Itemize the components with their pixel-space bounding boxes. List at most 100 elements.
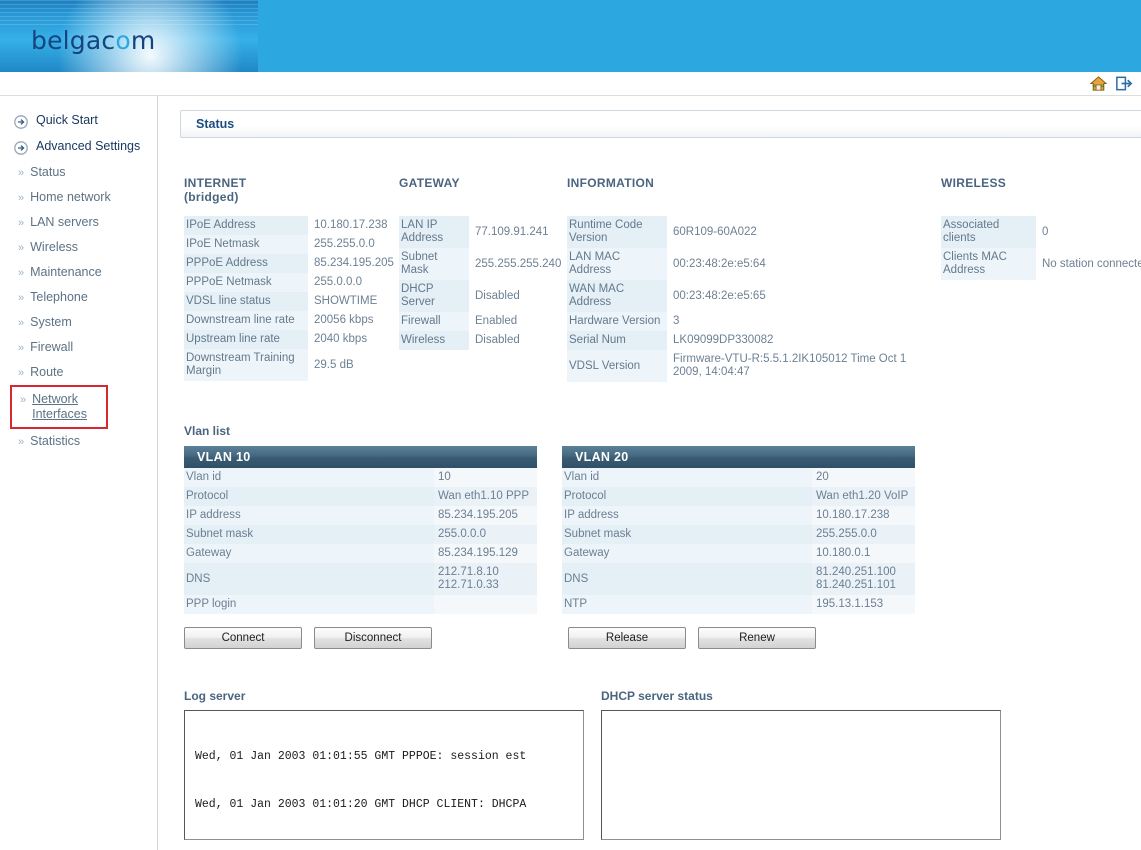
sidebar-item-advanced-settings[interactable]: Advanced Settings (0, 134, 157, 160)
row-key: WAN MAC Address (567, 280, 667, 312)
log-server-textarea[interactable]: Wed, 01 Jan 2003 01:01:55 GMT PPPOE: ses… (184, 710, 584, 840)
row-key: IP address (184, 506, 434, 525)
table-row: LAN IP Address 77.109.91.241 (399, 216, 567, 248)
sidebar-item-statistics[interactable]: » Statistics (0, 429, 157, 454)
table-row: IPoE Address 10.180.17.238 (184, 216, 399, 235)
belgacom-logo: belgacom (31, 26, 155, 55)
row-key: IP address (562, 506, 812, 525)
sidebar-item-system[interactable]: » System (0, 310, 157, 335)
table-row: NTP 195.13.1.153 (562, 595, 915, 614)
row-value-line1: 81.240.251.100 (816, 566, 896, 578)
sidebar-item-label: Firewall (30, 340, 74, 354)
section-heading-line2: (bridged) (184, 190, 239, 204)
status-column-information: INFORMATION Runtime Code Version 60R109-… (567, 176, 927, 382)
circle-arrow-right-icon (14, 115, 28, 129)
sidebar-item-status[interactable]: » Status (0, 160, 157, 185)
row-key: Subnet mask (562, 525, 812, 544)
row-value-line2: 212.71.0.33 (438, 579, 499, 591)
sidebar-item-home-network[interactable]: » Home network (0, 185, 157, 210)
row-key: DHCP Server (399, 280, 469, 312)
table-row: PPPoE Netmask 255.0.0.0 (184, 273, 399, 292)
gateway-status-table: LAN IP Address 77.109.91.241 Subnet Mask… (399, 216, 567, 350)
chevron-double-right-icon: » (18, 317, 25, 329)
table-row: Upstream line rate 2040 kbps (184, 330, 399, 349)
sidebar-item-label: Telephone (30, 290, 88, 304)
table-row: WAN MAC Address 00:23:48:2e:e5:65 (567, 280, 927, 312)
information-status-table: Runtime Code Version 60R109-60A022 LAN M… (567, 216, 927, 382)
status-summary-grid: INTERNET (bridged) IPoE Address 10.180.1… (180, 176, 1141, 382)
wireless-status-table: Associated clients 0 Clients MAC Address… (941, 216, 1141, 280)
section-heading-internet: INTERNET (bridged) (184, 176, 399, 206)
row-key: IPoE Netmask (184, 235, 308, 254)
table-row: Serial Num LK09099DP330082 (567, 331, 927, 350)
top-toolbar (0, 72, 1141, 96)
row-value: 255.255.255.240 (475, 257, 562, 270)
logo-text-prefix: belgac (31, 26, 116, 55)
row-key: Firewall (399, 312, 469, 331)
sidebar-item-firewall[interactable]: » Firewall (0, 335, 157, 360)
sidebar-item-label: Network Interfaces (32, 392, 88, 421)
dhcp-status-textarea[interactable] (601, 710, 1001, 840)
row-key: Subnet Mask (399, 248, 469, 280)
sidebar-item-network-interfaces[interactable]: » Network Interfaces (10, 385, 108, 429)
chevron-double-right-icon: » (18, 436, 25, 448)
chevron-double-right-icon: » (18, 342, 25, 354)
disconnect-button[interactable]: Disconnect (314, 627, 432, 649)
row-key: Wireless (399, 331, 469, 350)
row-key: PPPoE Address (184, 254, 308, 273)
table-row: PPP login (184, 595, 537, 614)
row-key: PPP login (184, 595, 434, 614)
row-key: PPPoE Netmask (184, 273, 308, 292)
vlan-10-table: Vlan id 10 Protocol Wan eth1.10 PPP IP a… (184, 468, 537, 614)
sidebar-item-quick-start[interactable]: Quick Start (0, 108, 157, 134)
internet-status-table: IPoE Address 10.180.17.238 IPoE Netmask … (184, 216, 399, 381)
chevron-double-right-icon: » (18, 217, 25, 229)
row-value: LK09099DP330082 (673, 334, 774, 346)
row-value: 29.5 dB (314, 358, 354, 371)
row-key: VDSL Version (567, 350, 667, 382)
sidebar-item-maintenance[interactable]: » Maintenance (0, 260, 157, 285)
sidebar-item-label: Home network (30, 190, 111, 204)
table-row: Downstream Training Margin 29.5 dB (184, 349, 399, 381)
app-header: belgacom (0, 0, 1141, 72)
sidebar-item-lan-servers[interactable]: » LAN servers (0, 210, 157, 235)
sidebar-item-telephone[interactable]: » Telephone (0, 285, 157, 310)
row-value-line1: 212.71.8.10 (438, 566, 499, 578)
row-value: 10 (434, 468, 537, 487)
row-value: 00:23:48:2e:e5:64 (673, 257, 766, 270)
vlan-list-section: Vlan list VLAN 10 Vlan id 10 Protocol Wa… (180, 424, 1141, 649)
row-key: Vlan id (184, 468, 434, 487)
chevron-double-right-icon: » (18, 267, 25, 279)
sidebar-item-label: Route (30, 365, 64, 379)
vlan-card-title: VLAN 10 (184, 446, 537, 468)
table-row: DHCP Server Disabled (399, 280, 567, 312)
release-button[interactable]: Release (568, 627, 686, 649)
logout-icon[interactable] (1114, 74, 1133, 93)
row-value: Disabled (475, 289, 520, 302)
row-value: 195.13.1.153 (812, 595, 915, 614)
row-value: 3 (673, 315, 680, 327)
row-value: 255.0.0.0 (314, 276, 362, 288)
row-value: 255.255.0.0 (812, 525, 915, 544)
sidebar-item-wireless[interactable]: » Wireless (0, 235, 157, 260)
home-icon[interactable] (1089, 74, 1108, 93)
row-value: 10.180.17.238 (812, 506, 915, 525)
vlan-card-title: VLAN 20 (562, 446, 915, 468)
sidebar-item-label: Status (30, 165, 66, 179)
vlan-list-heading: Vlan list (184, 424, 231, 438)
renew-button[interactable]: Renew (698, 627, 816, 649)
table-row: Associated clients 0 (941, 216, 1141, 248)
vlan-action-button-row: Connect Disconnect Release Renew (184, 627, 1141, 649)
sidebar-item-route[interactable]: » Route (0, 360, 157, 385)
chevron-double-right-icon: » (18, 167, 25, 179)
table-row: Subnet mask 255.0.0.0 (184, 525, 537, 544)
table-row: DNS 81.240.251.100 81.240.251.101 (562, 563, 915, 595)
sidebar-item-label: LAN servers (30, 215, 99, 229)
row-value: Wan eth1.20 VoIP (812, 487, 915, 506)
toolbar-icon-group (1089, 74, 1133, 93)
body-wrapper: Quick Start Advanced Settings » Status »… (0, 96, 1141, 850)
row-key: Protocol (562, 487, 812, 506)
connect-button[interactable]: Connect (184, 627, 302, 649)
table-row: IP address 10.180.17.238 (562, 506, 915, 525)
row-value: 60R109-60A022 (673, 225, 757, 238)
